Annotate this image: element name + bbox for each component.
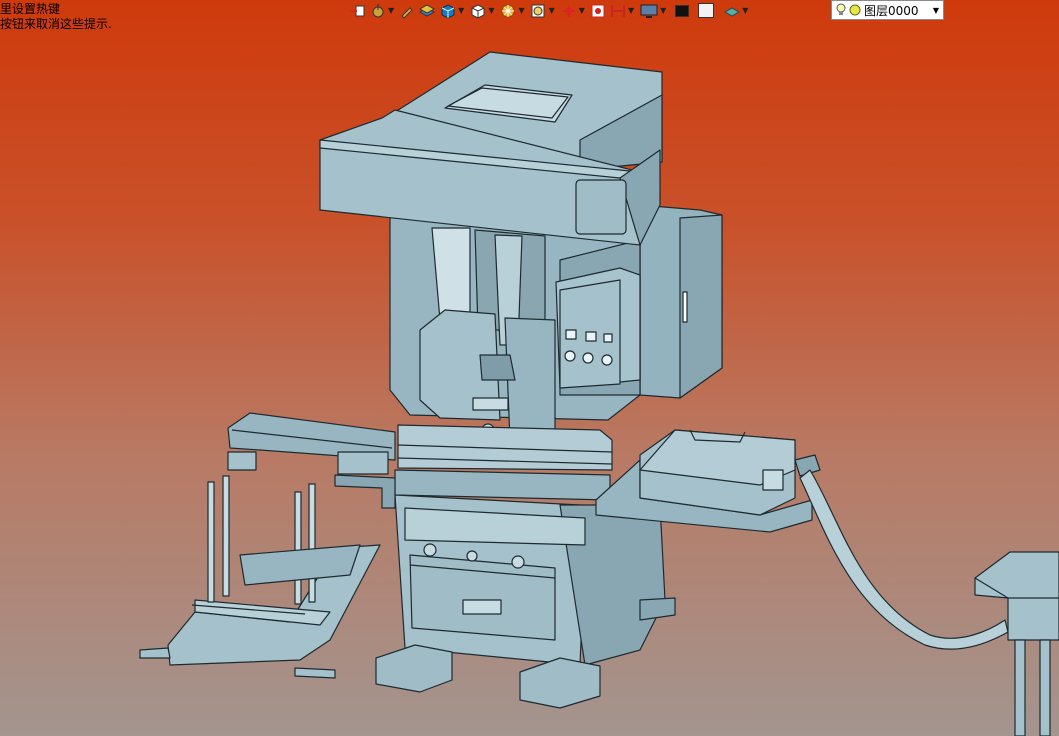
- model-viewport[interactable]: [0, 0, 1059, 736]
- press-machine-model: [139, 51, 1059, 736]
